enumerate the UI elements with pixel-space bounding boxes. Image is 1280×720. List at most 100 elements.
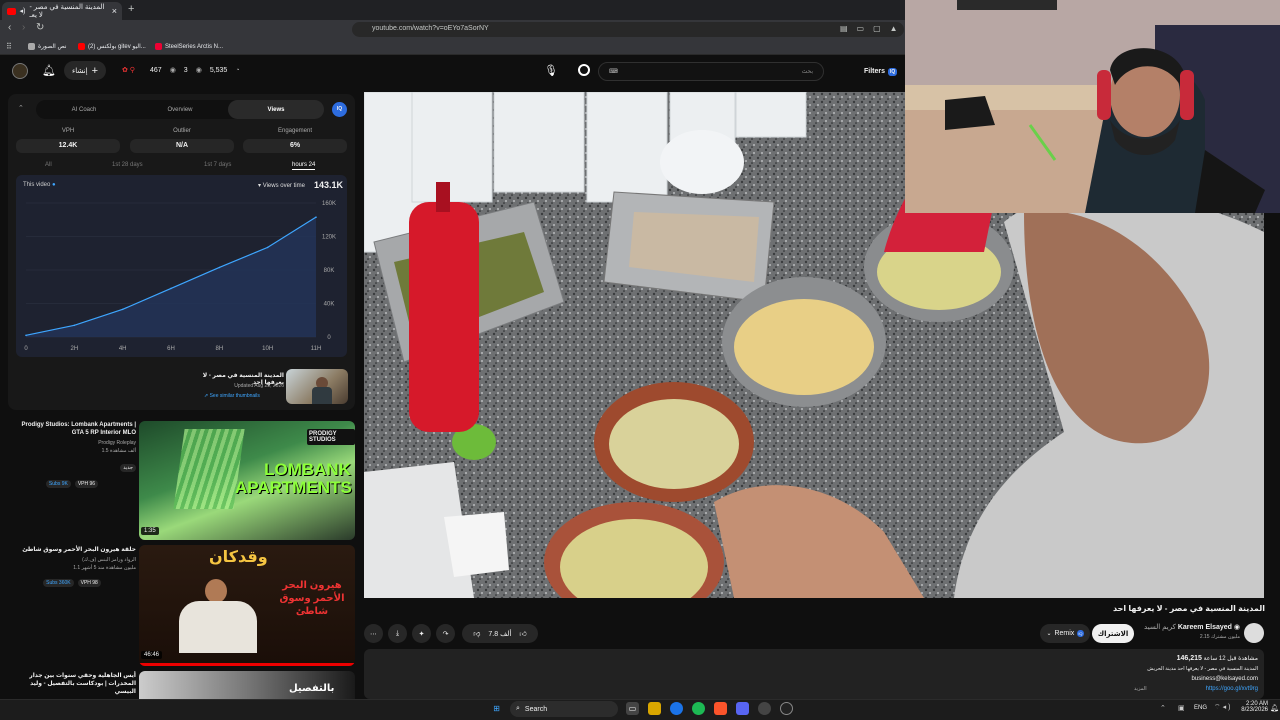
forward-icon[interactable]: › <box>22 22 25 33</box>
windows-taskbar <box>0 699 1280 720</box>
back-icon[interactable]: ‹ <box>8 22 11 33</box>
like-count: 7.8 ألف <box>488 630 512 638</box>
range-all[interactable]: All <box>45 162 52 168</box>
tab-views[interactable]: Views <box>228 100 324 119</box>
chart-mode-dropdown[interactable]: ▾ Views over time <box>258 182 305 189</box>
apps-icon[interactable]: ⠿ <box>6 42 12 51</box>
taskbar-search[interactable]: ⌕ Search <box>510 701 618 717</box>
browser-extension-icons[interactable]: ▤▭▢▲ <box>840 24 907 33</box>
browser-tab[interactable]: ◂) المدينة المنسية في مصر - لا يعـ × <box>2 2 122 20</box>
vidiq-icon: IQ <box>888 67 898 76</box>
microphone-icon[interactable]: 🎙︎ <box>544 64 558 77</box>
feed-title: Prodigy Studios: Lombank Apartments | GT… <box>21 422 136 436</box>
reload-icon[interactable]: ↻ <box>36 22 44 33</box>
brave-icon[interactable] <box>714 702 727 715</box>
x-tick-label: 2H <box>70 346 78 352</box>
description-box[interactable]: مشاهدة قبل 12 ساعة 146,215 المدينة المنس… <box>364 649 1264 699</box>
avatar[interactable] <box>12 63 28 79</box>
thumb-subtitle: هيرون البحر الأحمر وسوق شاطئ <box>279 580 345 617</box>
dislike-icon[interactable]: 👎︎ <box>473 629 480 638</box>
search-icon[interactable] <box>578 64 590 76</box>
discord-icon[interactable] <box>736 702 749 715</box>
bookmark-3[interactable]: SteelSeries Arctis N... <box>155 43 223 50</box>
share-icon[interactable]: ↷ <box>436 624 455 643</box>
address-bar[interactable]: youtube.com/watch?v=oEYo7aSorNY <box>352 22 904 37</box>
new-tab-icon[interactable]: + <box>128 3 134 15</box>
task-view-icon[interactable]: ▭ <box>626 702 639 715</box>
notification-bell-icon[interactable]: 🔔︎ <box>1270 704 1279 712</box>
edge-icon[interactable] <box>670 702 683 715</box>
extension-icon[interactable]: ✿ ⚲ <box>122 66 135 74</box>
thumb-text: بالتفصيل <box>289 683 335 694</box>
similar-thumbnails-link[interactable]: ⇗ See similar thumbnails <box>204 393 260 399</box>
download-icon[interactable]: ⤓ <box>388 624 407 643</box>
more-actions-icon[interactable]: ⋯ <box>364 624 383 643</box>
range-28-days[interactable]: 1st 28 days <box>112 162 143 168</box>
steam-icon[interactable] <box>758 702 771 715</box>
new-badge: جديد <box>120 464 136 472</box>
like-dislike-button[interactable]: 👎︎ 7.8 ألف 👍︎ <box>462 624 538 643</box>
file-explorer-icon[interactable] <box>648 702 661 715</box>
subs-pill: Subs 360K <box>43 579 74 587</box>
keyboard-icon[interactable]: ⌨ <box>609 68 618 75</box>
duration-badge: 1:35 <box>141 527 159 535</box>
collapse-icon[interactable]: ⌃ <box>18 104 24 112</box>
language-indicator[interactable]: ENG <box>1194 705 1207 711</box>
feed-thumbnail[interactable]: بالتفصيل <box>139 671 355 699</box>
speaker-icon: ◂) <box>19 8 26 15</box>
search-input[interactable]: ⌨ بحث <box>598 62 824 81</box>
views-chart: This video ● ▾ Views over time 143.1K 0 4… <box>16 175 347 357</box>
x-tick-label: 6H <box>167 346 175 352</box>
x-tick-label: 11H <box>311 346 322 352</box>
start-icon[interactable]: ⊞ <box>490 702 503 715</box>
obs-icon[interactable] <box>780 702 793 715</box>
spotify-icon[interactable] <box>692 702 705 715</box>
metric-label: Engagement <box>277 128 313 134</box>
close-tab-icon[interactable]: × <box>112 6 117 16</box>
filters-button[interactable]: Filters IQ <box>864 62 902 81</box>
bookmark-1[interactable]: نص الصورة <box>28 43 67 50</box>
description-link[interactable]: https://goo.gl/xvt9rg <box>1134 686 1258 692</box>
chart-total: 143.1K <box>314 180 344 190</box>
tray-chevron-icon[interactable]: ⌃ <box>1160 704 1166 712</box>
ask-ai-icon[interactable]: ✦ <box>412 624 431 643</box>
list-item[interactable]: Prodigy Studios: Lombank Apartments | GT… <box>8 421 136 488</box>
stat-value: 467 <box>150 66 162 74</box>
y-tick-label: 80K <box>324 268 335 274</box>
remix-button[interactable]: ⌄ Remix IQ <box>1040 624 1090 643</box>
video-title: المدينة المنسية في مصر - لا يعرفها احد <box>1113 604 1265 613</box>
vidiq-logo-icon[interactable]: IQ <box>332 102 347 117</box>
tab-overview[interactable]: Overview <box>132 100 228 119</box>
data-point <box>121 308 124 311</box>
range-24-hours[interactable]: hours 24 <box>292 162 316 170</box>
range-7-days[interactable]: 1st 7 days <box>204 162 231 168</box>
list-item[interactable]: حلقة هيرون البحر الأحمر وسوق شاطئ الرواد… <box>8 546 136 587</box>
create-button[interactable]: إنشاء + <box>64 61 106 80</box>
bookmark-2[interactable]: (2) بولكنس gitev اليو... <box>78 43 146 50</box>
card-updated: Updated Aug 22, 2026 <box>234 383 284 389</box>
search-icon: ⌕ <box>516 705 520 712</box>
notifications-icon[interactable]: 🔔︎ <box>42 64 56 77</box>
metric-label: VPH <box>61 128 75 134</box>
tab-title: المدينة المنسية في مصر - لا يعـ <box>29 4 105 19</box>
more-link[interactable]: المزيد <box>1134 686 1147 692</box>
feed-thumbnail[interactable]: PRODIGY STUDIOS LOMBANK APARTMENTS 1:35 <box>139 421 355 540</box>
clock[interactable]: 2:20 AM 8/23/2026 <box>1238 701 1268 713</box>
y-tick-label: 0 <box>327 335 331 341</box>
channel-name[interactable]: كريم السيد Kareem Elsayed ◉ <box>1140 623 1240 631</box>
stat-value: 5,535 <box>209 66 228 74</box>
list-item[interactable]: أيس الجاهلية وحقي سنوات بين جدار المخدرا… <box>8 672 136 696</box>
feed-title: أيس الجاهلية وحقي سنوات بين جدار المخدرا… <box>29 673 136 695</box>
tray-apps-icon[interactable]: ▣ <box>1178 704 1185 712</box>
y-tick-label: 40K <box>324 302 335 308</box>
current-video-card[interactable]: المدينة المنسية في مصر - لا يعرفها احد U… <box>196 369 351 405</box>
feed-thumbnail[interactable]: وقدكان هيرون البحر الأحمر وسوق شاطئ 46:4… <box>139 545 355 666</box>
like-icon[interactable]: 👍︎ <box>519 629 526 638</box>
network-volume-icon[interactable]: ⌔◂) <box>1214 703 1232 712</box>
channel-avatar[interactable] <box>1244 623 1264 643</box>
tab-ai-coach[interactable]: AI Coach <box>36 100 132 119</box>
feed-meta: 1.5 ألف مشاهدة <box>101 448 136 454</box>
subs-pill: Subs 9K <box>45 480 71 488</box>
subscribe-button[interactable]: الاشتراك <box>1092 624 1134 643</box>
webcam-frame <box>905 0 1280 213</box>
